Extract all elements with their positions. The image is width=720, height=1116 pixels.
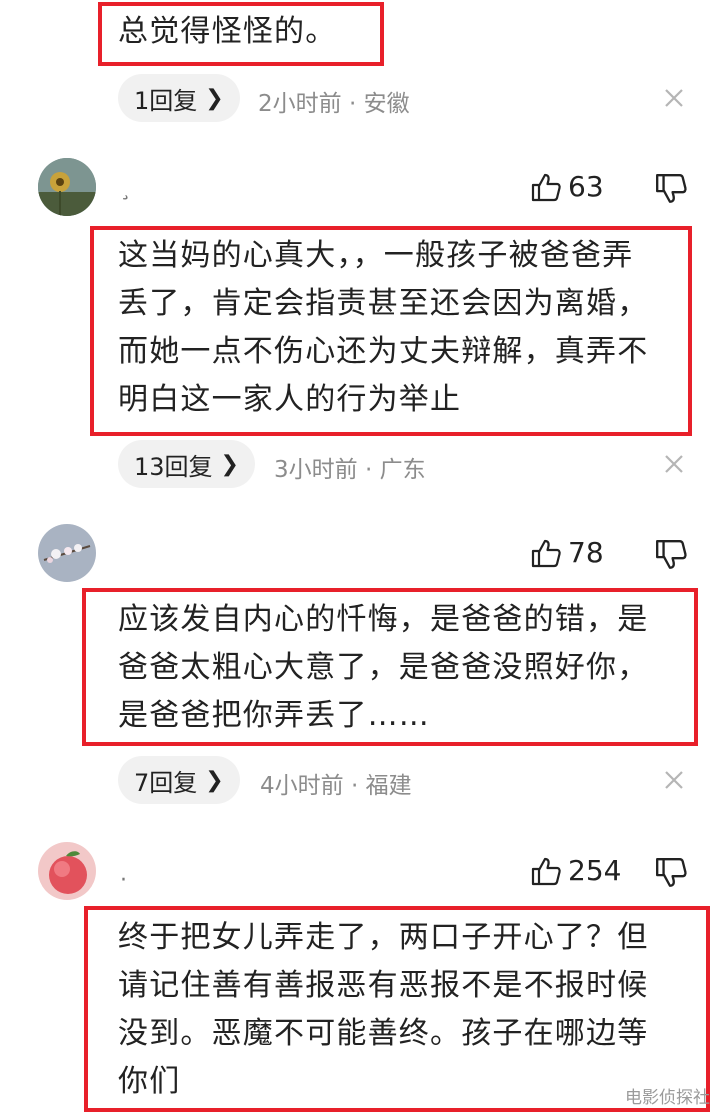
replies-button[interactable]: 13回复 ❯ <box>118 440 255 488</box>
comment-line: 没到。恶魔不可能善终。孩子在哪边等 <box>118 1016 649 1051</box>
thumbs-up-icon <box>531 173 561 201</box>
like-button[interactable]: 63 <box>530 170 604 203</box>
comment-line: 爸爸太粗心大意了，是爸爸没照好你， <box>118 650 649 685</box>
chevron-right-icon: ❯ <box>220 451 239 477</box>
comment-line: 终于把女儿弄走了，两口子开心了？但 <box>118 920 649 955</box>
thumbs-up-icon <box>531 539 561 567</box>
username[interactable]: ¸ <box>120 176 131 201</box>
comment-text: 这当妈的心真大，，一般孩子被爸爸弄 丢了，肯定会指责甚至还会因为离婚， 而她一点… <box>118 232 648 424</box>
replies-count: 13回复 <box>134 452 213 481</box>
replies-count: 7回复 <box>134 768 198 797</box>
avatar[interactable] <box>38 158 96 216</box>
chevron-right-icon: ❯ <box>205 767 224 793</box>
replies-button[interactable]: 7回复 ❯ <box>118 756 240 804</box>
comment-meta: 3小时前 · 广东 <box>274 457 426 483</box>
watermark: 电影侦探社 <box>625 1088 710 1108</box>
comment-text: 总觉得怪怪的。 <box>118 14 337 49</box>
comment-line: 请记住善有善报恶有恶报不是不报时候 <box>118 968 649 1003</box>
like-button[interactable]: 254 <box>530 854 621 887</box>
thumbs-down-icon[interactable] <box>654 172 688 206</box>
comment-line: 明白这一家人的行为举止 <box>118 382 462 417</box>
comment-text: 应该发自内心的忏悔，是爸爸的错，是 爸爸太粗心大意了，是爸爸没照好你， 是爸爸把… <box>118 596 648 740</box>
comment-text: 终于把女儿弄走了，两口子开心了？但 请记住善有善报恶有恶报不是不报时候 没到。恶… <box>118 914 648 1106</box>
thumbs-down-icon[interactable] <box>654 856 688 890</box>
chevron-right-icon: ❯ <box>205 85 224 111</box>
comment-line: 应该发自内心的忏悔，是爸爸的错，是 <box>118 602 649 637</box>
username[interactable]: · <box>120 868 127 893</box>
close-icon[interactable] <box>662 768 686 792</box>
avatar[interactable] <box>38 842 96 900</box>
replies-button[interactable]: 1回复 ❯ <box>118 74 240 122</box>
like-count: 63 <box>568 170 604 203</box>
comment-meta: 4小时前 · 福建 <box>260 773 412 799</box>
avatar[interactable] <box>38 524 96 582</box>
close-icon[interactable] <box>662 86 686 110</box>
comment-line: 这当妈的心真大，，一般孩子被爸爸弄 <box>118 238 634 273</box>
like-count: 254 <box>568 854 622 887</box>
like-count: 78 <box>568 536 604 569</box>
close-icon[interactable] <box>662 452 686 476</box>
comment-meta: 2小时前 · 安徽 <box>258 91 410 117</box>
thumbs-down-icon[interactable] <box>654 538 688 572</box>
thumbs-up-icon <box>531 857 561 885</box>
like-button[interactable]: 78 <box>530 536 604 569</box>
comment-line: 是爸爸把你弄丢了…… <box>118 698 430 733</box>
comment-line: 你们 <box>118 1064 181 1099</box>
comment-line: 丢了，肯定会指责甚至还会因为离婚， <box>118 286 649 321</box>
replies-count: 1回复 <box>134 86 198 115</box>
comment-line: 而她一点不伤心还为丈夫辩解，真弄不 <box>118 334 649 369</box>
